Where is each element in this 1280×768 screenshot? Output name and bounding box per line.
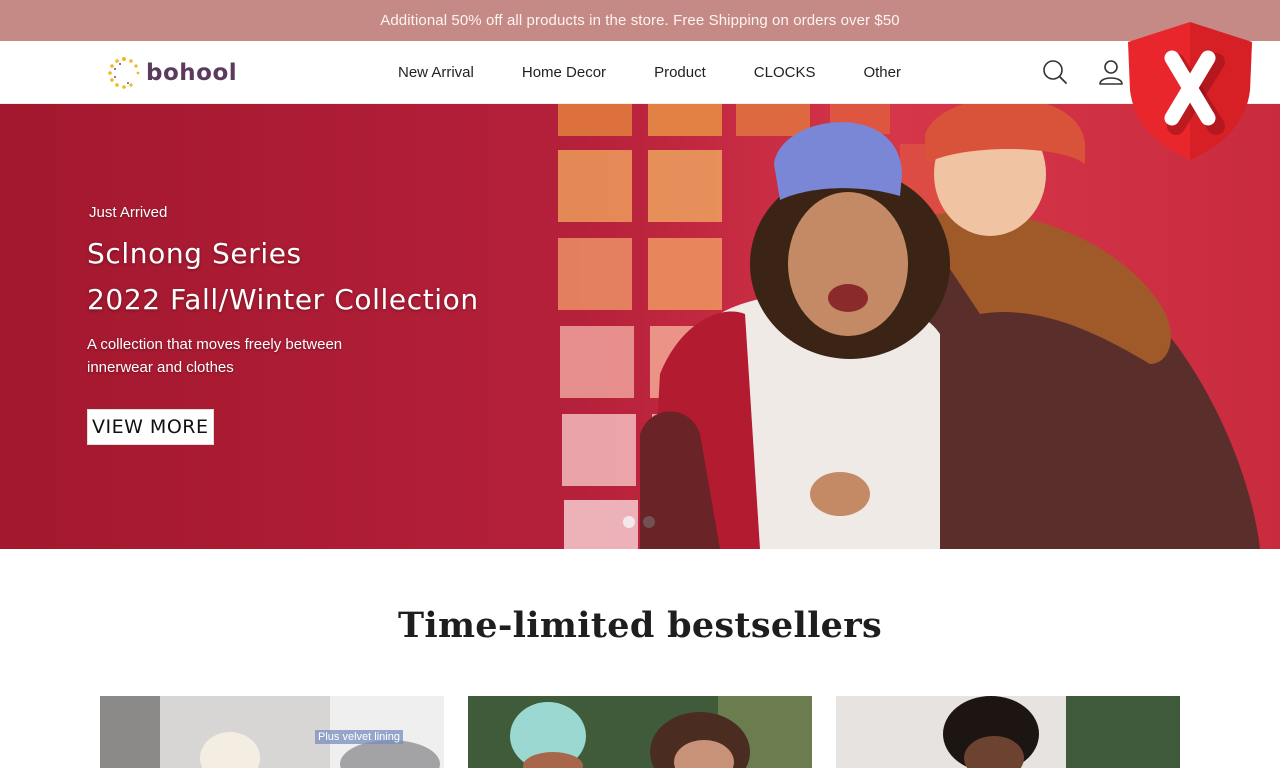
nav-item-other[interactable]: Other [839,41,925,104]
main-nav: New Arrival Home Decor Product CLOCKS Ot… [374,41,925,104]
product-image [468,696,812,768]
nav-item-home-decor[interactable]: Home Decor [498,41,630,104]
announcement-text: Additional 50% off all products in the s… [380,12,900,29]
product-image [836,696,1180,768]
nav-item-product[interactable]: Product [630,41,730,104]
search-icon[interactable] [1041,58,1069,86]
product-cards: Plus velvet lining [100,696,1180,768]
account-icon[interactable] [1097,58,1125,86]
slider-dot-2[interactable] [643,516,655,528]
hero-kicker: Just Arrived [89,204,168,221]
site-header: bohool New Arrival Home Decor Product CL… [0,41,1280,104]
nav-item-clocks[interactable]: CLOCKS [730,41,840,104]
logo-sun-icon [108,57,140,89]
product-card[interactable]: Plus velvet lining [100,696,444,768]
shield-x-icon[interactable] [1126,20,1254,162]
product-tag: Plus velvet lining [315,730,403,744]
view-more-button[interactable]: VIEW MORE [87,409,214,445]
hero-content: Just Arrived Sclnong Series 2022 Fall/Wi… [87,204,479,445]
slider-dot-1[interactable] [623,516,635,528]
slider-dots [623,516,655,528]
hero-description: A collection that moves freely between i… [87,336,343,376]
product-card[interactable] [836,696,1180,768]
logo[interactable]: bohool [106,54,237,92]
nav-item-new-arrival[interactable]: New Arrival [374,41,498,104]
hero-title-line1: Sclnong Series [87,237,302,270]
logo-text: bohool [146,60,238,86]
product-card[interactable] [468,696,812,768]
hero-title-line2: 2022 Fall/Winter Collection [87,283,479,316]
hero-banner[interactable]: Just Arrived Sclnong Series 2022 Fall/Wi… [0,104,1280,549]
section-title: Time-limited bestsellers [398,605,882,646]
announcement-bar: Additional 50% off all products in the s… [0,0,1280,41]
